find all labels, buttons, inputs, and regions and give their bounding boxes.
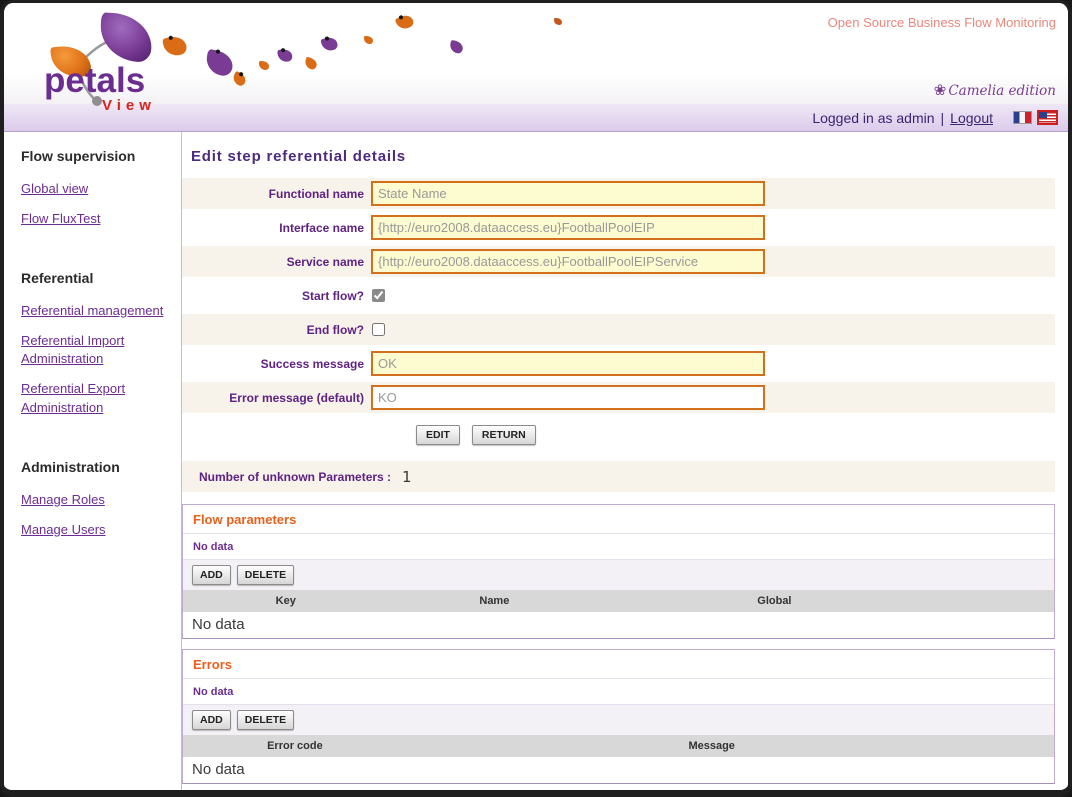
end-flow-label: End flow? bbox=[182, 323, 371, 337]
errors-empty-text: No data bbox=[183, 679, 1054, 705]
functional-name-label: Functional name bbox=[182, 187, 371, 201]
petal-shape-icon bbox=[394, 12, 415, 32]
sidebar-item-referential-export[interactable]: Referential Export Administration bbox=[21, 380, 171, 418]
unknown-parameters-row: Number of unknown Parameters : 1 bbox=[182, 461, 1055, 492]
form-actions: EDIT RETURN bbox=[416, 425, 1055, 445]
content-area: Flow supervision Global view Flow FluxTe… bbox=[4, 132, 1068, 790]
column-error-code: Error code bbox=[183, 740, 407, 752]
errors-table-header: Error code Message bbox=[183, 735, 1054, 757]
success-message-label: Success message bbox=[182, 357, 371, 371]
sidebar-item-referential-management[interactable]: Referential management bbox=[21, 302, 171, 321]
flow-parameters-toolbar: ADD DELETE bbox=[183, 560, 1054, 590]
french-flag-icon[interactable] bbox=[1013, 111, 1032, 124]
flow-parameters-section: Flow parameters No data ADD DELETE Key N… bbox=[182, 504, 1055, 639]
interface-name-label: Interface name bbox=[182, 221, 371, 235]
camelia-flower-icon: ❀ bbox=[934, 81, 947, 99]
sidebar-heading-administration: Administration bbox=[21, 459, 181, 475]
user-bar: Logged in as admin | Logout bbox=[4, 104, 1068, 132]
flow-parameters-delete-button[interactable]: DELETE bbox=[237, 565, 294, 585]
sidebar-item-global-view[interactable]: Global view bbox=[21, 180, 171, 199]
petal-shape-icon bbox=[231, 71, 248, 87]
column-key: Key bbox=[183, 595, 389, 607]
sidebar-item-manage-users[interactable]: Manage Users bbox=[21, 521, 171, 540]
sidebar-item-manage-roles[interactable]: Manage Roles bbox=[21, 491, 171, 510]
app-tagline: Open Source Business Flow Monitoring bbox=[828, 15, 1056, 30]
start-flow-label: Start flow? bbox=[182, 289, 371, 303]
us-flag-icon[interactable] bbox=[1039, 112, 1056, 123]
errors-no-data-row: No data bbox=[183, 757, 1054, 783]
success-message-input[interactable] bbox=[371, 351, 765, 376]
petal-shape-icon bbox=[304, 57, 318, 71]
language-switcher bbox=[1013, 111, 1056, 124]
functional-name-input[interactable] bbox=[371, 181, 765, 206]
form-row-interface-name: Interface name bbox=[182, 212, 1055, 243]
sidebar: Flow supervision Global view Flow FluxTe… bbox=[4, 132, 182, 790]
errors-delete-button[interactable]: DELETE bbox=[237, 710, 294, 730]
petal-shape-icon bbox=[554, 18, 562, 25]
errors-title: Errors bbox=[183, 650, 1054, 679]
column-global: Global bbox=[600, 595, 948, 607]
sidebar-item-flow-fluxtest[interactable]: Flow FluxTest bbox=[21, 210, 171, 229]
errors-section: Errors No data ADD DELETE Error code Mes… bbox=[182, 649, 1055, 784]
flow-parameters-empty-text: No data bbox=[183, 534, 1054, 560]
errors-add-button[interactable]: ADD bbox=[192, 710, 231, 730]
sidebar-heading-flow-supervision: Flow supervision bbox=[21, 148, 181, 164]
sidebar-item-referential-import[interactable]: Referential Import Administration bbox=[21, 332, 171, 370]
header: petals View Open Source Business Flow Mo… bbox=[4, 3, 1068, 104]
petal-shape-icon bbox=[259, 61, 269, 70]
petal-shape-icon bbox=[204, 49, 235, 78]
error-message-input[interactable] bbox=[371, 385, 765, 410]
petal-shape-icon bbox=[449, 40, 464, 54]
form-row-service-name: Service name bbox=[182, 246, 1055, 277]
separator: | bbox=[941, 110, 945, 126]
errors-toolbar: ADD DELETE bbox=[183, 705, 1054, 735]
column-message: Message bbox=[407, 740, 1017, 752]
form-row-error-message: Error message (default) bbox=[182, 382, 1055, 413]
interface-name-input[interactable] bbox=[371, 215, 765, 240]
logged-in-text: Logged in as admin bbox=[812, 110, 934, 126]
flow-parameters-no-data-row: No data bbox=[183, 612, 1054, 638]
app-window: petals View Open Source Business Flow Mo… bbox=[0, 0, 1072, 797]
unknown-parameters-label: Number of unknown Parameters : bbox=[182, 470, 391, 484]
form-row-start-flow: Start flow? bbox=[182, 280, 1055, 311]
start-flow-checkbox[interactable] bbox=[372, 289, 385, 302]
sidebar-heading-referential: Referential bbox=[21, 270, 181, 286]
edit-button[interactable]: EDIT bbox=[416, 425, 460, 445]
logo-subtitle: View bbox=[102, 97, 156, 114]
form-row-functional-name: Functional name bbox=[182, 178, 1055, 209]
petal-shape-icon bbox=[364, 36, 373, 44]
logout-link[interactable]: Logout bbox=[950, 110, 993, 126]
flow-parameters-title: Flow parameters bbox=[183, 505, 1054, 534]
main-panel: Edit step referential details Functional… bbox=[182, 132, 1068, 790]
error-message-label: Error message (default) bbox=[182, 391, 371, 405]
return-button[interactable]: RETURN bbox=[472, 425, 536, 445]
unknown-parameters-value: 1 bbox=[402, 468, 412, 486]
service-name-label: Service name bbox=[182, 255, 371, 269]
logo-title: petals bbox=[44, 61, 145, 101]
petal-shape-icon bbox=[320, 35, 339, 53]
flow-parameters-add-button[interactable]: ADD bbox=[192, 565, 231, 585]
column-name: Name bbox=[389, 595, 601, 607]
petal-shape-icon bbox=[277, 48, 293, 63]
flow-parameters-table-header: Key Name Global bbox=[183, 590, 1054, 612]
edition-label: Camelia edition bbox=[948, 83, 1056, 99]
form-row-end-flow: End flow? bbox=[182, 314, 1055, 345]
service-name-input[interactable] bbox=[371, 249, 765, 274]
page-title: Edit step referential details bbox=[191, 148, 1055, 165]
end-flow-checkbox[interactable] bbox=[372, 323, 385, 336]
edition-badge: ❀Camelia edition bbox=[934, 81, 1056, 99]
petals-logo: petals View bbox=[44, 11, 184, 106]
form-row-success-message: Success message bbox=[182, 348, 1055, 379]
